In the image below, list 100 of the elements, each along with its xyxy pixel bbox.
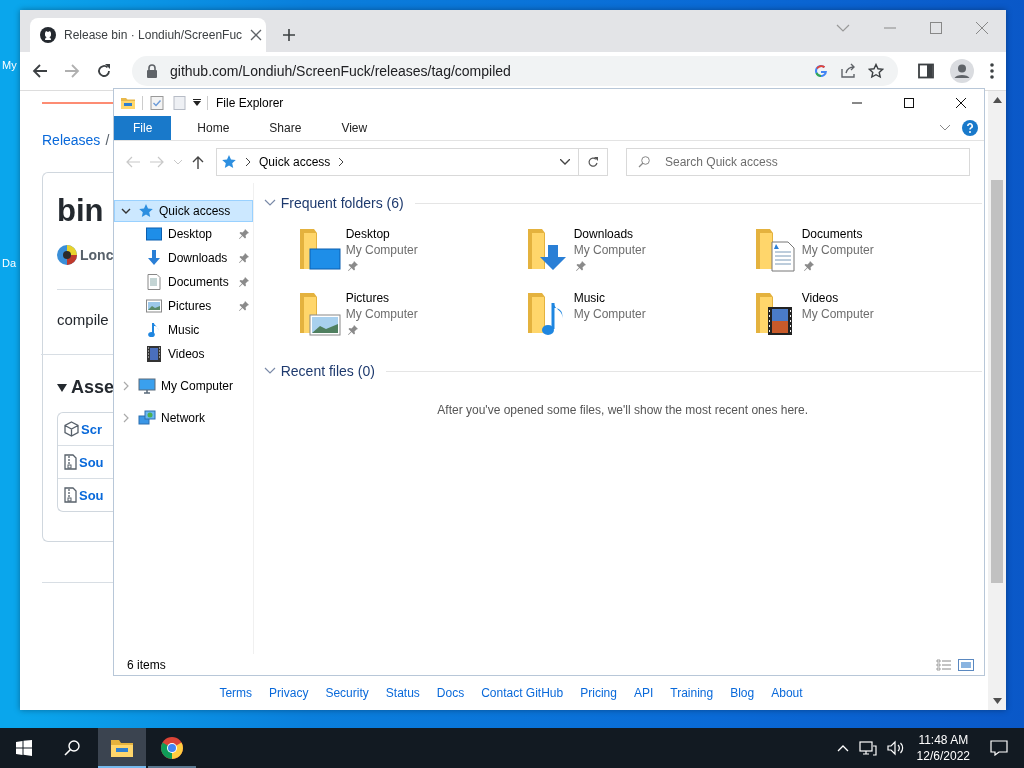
author-link[interactable]: Lonc (80, 247, 114, 263)
refresh-icon[interactable] (587, 156, 599, 168)
scroll-up-icon[interactable] (992, 97, 1002, 103)
show-hidden-icons-icon[interactable] (836, 744, 849, 752)
footer-link[interactable]: Privacy (269, 686, 309, 700)
folder-location: My Computer (573, 242, 646, 258)
network-icon[interactable] (858, 740, 877, 756)
nav-item[interactable]: Videos (114, 342, 253, 366)
nav-item[interactable]: Pictures (114, 294, 253, 318)
footer-link[interactable]: About (771, 686, 803, 700)
close-icon[interactable] (976, 22, 988, 34)
scrollbar-thumb[interactable] (991, 180, 1003, 583)
new-tab-icon[interactable] (282, 28, 296, 42)
section-heading[interactable]: Recent files (0) (280, 363, 375, 379)
screen-icon (146, 227, 162, 241)
asset-link[interactable]: Sou (79, 487, 104, 503)
reload-icon[interactable] (96, 63, 112, 79)
folder-name[interactable]: Pictures (345, 290, 418, 306)
dropdown-icon[interactable] (560, 159, 570, 165)
taskbar-app-button[interactable] (98, 728, 146, 768)
search-icon (64, 740, 80, 756)
avatar-icon (57, 245, 77, 265)
window-title: File Explorer (216, 95, 284, 110)
collapse-icon[interactable] (121, 207, 131, 215)
share-icon[interactable] (840, 63, 856, 79)
chrome-icon (160, 736, 184, 760)
back-icon[interactable] (32, 63, 48, 79)
up-icon[interactable] (192, 155, 204, 169)
footer-link[interactable]: Pricing (580, 686, 617, 700)
notifications-icon[interactable] (990, 740, 1008, 756)
address-bar[interactable]: Quick access (216, 148, 608, 176)
folder-name[interactable]: Desktop (345, 226, 418, 242)
computer-icon (138, 378, 156, 394)
folder-location: My Computer (345, 306, 418, 322)
empty-message: After you've opened some files, we'll show the most recent ones here. (437, 403, 809, 417)
search-field[interactable]: Search Quick access (626, 148, 970, 176)
asset-link[interactable]: Sou (79, 454, 104, 470)
close-icon (250, 29, 263, 41)
footer-link[interactable]: Terms (219, 686, 253, 700)
star-icon (221, 154, 237, 170)
picture-icon (146, 299, 162, 313)
ribbon-tab[interactable]: Share (255, 116, 316, 140)
down-arrow-icon (146, 250, 162, 266)
nav-item[interactable]: Network (114, 407, 253, 429)
footer-link[interactable]: Security (325, 686, 369, 700)
side-panel-icon[interactable] (918, 63, 934, 79)
network-icon (138, 410, 156, 426)
nav-item[interactable]: Quick access (114, 200, 253, 222)
folder-location: My Computer (801, 242, 874, 258)
browser-tab[interactable]: Release bin · Londiuh/ScreenFuc (30, 18, 266, 52)
nav-item[interactable]: My Computer (114, 375, 253, 397)
folder-name[interactable]: Videos (801, 290, 874, 306)
document-icon (147, 274, 161, 290)
folder-name[interactable]: Music (573, 290, 646, 306)
ribbon-tab[interactable]: Home (183, 116, 244, 140)
volume-icon[interactable] (886, 740, 905, 756)
search-icon (638, 156, 650, 168)
clock-date[interactable]: 12/6/2022 (916, 748, 970, 764)
folder-name[interactable]: Documents (801, 226, 874, 242)
windows-logo-icon (16, 740, 32, 756)
g-logo-icon[interactable] (814, 64, 828, 78)
breadcrumb-separator: / (105, 132, 110, 148)
profile-icon[interactable] (950, 59, 974, 83)
ribbon-tab[interactable]: File (114, 116, 172, 140)
large-icons-view-icon[interactable] (958, 658, 974, 671)
close-icon (956, 97, 966, 108)
ribbon-tab[interactable]: View (327, 116, 382, 140)
breadcrumb-item[interactable]: Quick access (259, 155, 331, 169)
footer-link[interactable]: Status (385, 686, 420, 700)
address-bar[interactable]: github.com/Londiuh/ScreenFuck/releases/tag/compiled (132, 56, 898, 86)
zip-file-icon (64, 454, 77, 470)
more-icon[interactable] (990, 63, 994, 79)
folder-icon (110, 738, 134, 758)
expand-ribbon-icon[interactable] (940, 125, 950, 131)
clock-time[interactable]: 11:48 AM (916, 732, 970, 748)
folder-name[interactable]: Downloads (573, 226, 646, 242)
nav-item[interactable]: Documents (114, 270, 253, 294)
footer-link[interactable]: Training (670, 686, 714, 700)
footer-link[interactable]: Contact GitHub (481, 686, 564, 700)
breadcrumb-link[interactable]: Releases (42, 132, 101, 148)
asset-link[interactable]: Scr (81, 421, 102, 437)
footer-link[interactable]: Blog (730, 686, 755, 700)
footer-link[interactable]: API (633, 686, 654, 700)
help-icon[interactable] (962, 120, 978, 136)
nav-item[interactable]: Music (114, 318, 253, 342)
item-count: 6 items (127, 657, 166, 672)
maximize-icon[interactable] (930, 22, 942, 34)
maximize-icon (904, 97, 914, 108)
caret-icon[interactable] (57, 383, 67, 392)
properties-icon[interactable] (149, 94, 165, 111)
nav-item[interactable]: Downloads (114, 246, 253, 270)
caret-down-icon[interactable] (193, 98, 201, 107)
chevron-right-icon (245, 158, 251, 166)
nav-item[interactable]: Desktop (114, 222, 253, 246)
footer-link[interactable]: Docs (436, 686, 465, 700)
section-heading[interactable]: Frequent folders (6) (280, 195, 404, 211)
folder-location: My Computer (345, 242, 418, 258)
release-notes: compile (57, 311, 109, 328)
scroll-down-icon[interactable] (992, 698, 1002, 704)
star-icon[interactable] (868, 63, 884, 79)
